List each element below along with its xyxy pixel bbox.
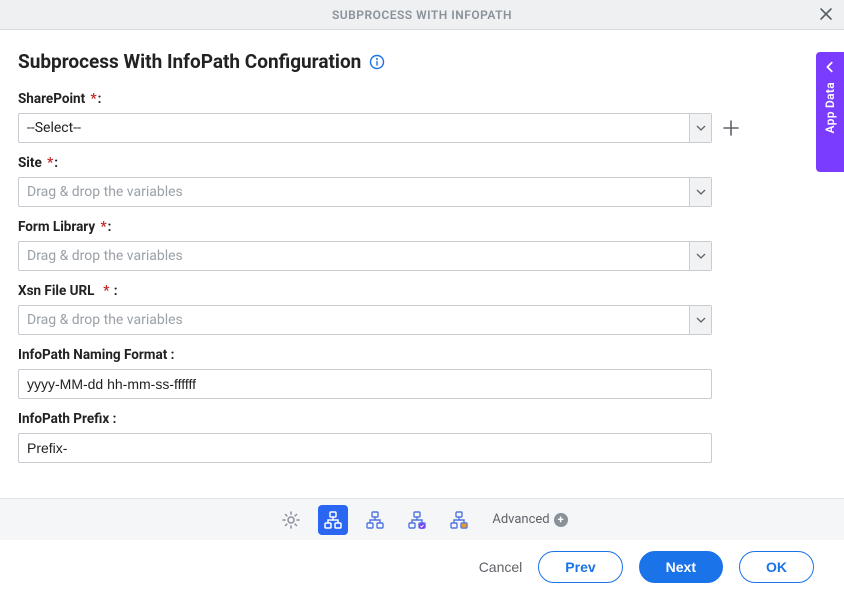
side-tab-label: App Data <box>823 82 837 133</box>
xsn-file-url-label: Xsn File URL * : <box>18 283 748 299</box>
label-colon: : <box>54 155 58 171</box>
label-colon: : <box>110 283 117 299</box>
infopath-naming-format-input-wrap <box>18 369 712 399</box>
infopath-prefix-input-wrap <box>18 433 712 463</box>
page-title-row: Subprocess With InfoPath Configuration <box>18 50 826 73</box>
label-colon: : <box>98 91 102 107</box>
sharepoint-select[interactable]: --Select-- <box>18 113 712 143</box>
infopath-naming-format-label: InfoPath Naming Format : <box>18 347 748 363</box>
infopath-prefix-label: InfoPath Prefix : <box>18 411 748 427</box>
label-text: Site <box>18 155 42 171</box>
page-title: Subprocess With InfoPath Configuration <box>18 50 361 73</box>
site-label: Site *: <box>18 155 748 171</box>
field-form-library: Form Library *: Drag & drop the variable… <box>18 219 748 271</box>
hierarchy-variant-1-icon[interactable] <box>360 505 390 535</box>
required-asterisk: * <box>100 283 110 299</box>
add-sharepoint-button[interactable] <box>720 117 742 139</box>
label-colon: : <box>108 219 112 235</box>
chevron-down-icon[interactable] <box>689 178 711 206</box>
hierarchy-variant-3-icon[interactable] <box>444 505 474 535</box>
hierarchy-icon[interactable] <box>318 505 348 535</box>
required-asterisk: * <box>44 155 54 171</box>
required-asterisk: * <box>87 91 97 107</box>
xsn-file-url-select[interactable]: Drag & drop the variables <box>18 305 712 335</box>
label-text: SharePoint <box>18 91 85 107</box>
header-bar: SUBPROCESS WITH INFOPATH <box>0 0 844 30</box>
field-xsn-file-url: Xsn File URL * : Drag & drop the variabl… <box>18 283 748 335</box>
field-infopath-prefix: InfoPath Prefix : <box>18 411 748 463</box>
chevron-down-icon[interactable] <box>689 242 711 270</box>
gear-icon[interactable] <box>276 505 306 535</box>
bottom-toolbar: Advanced + <box>0 498 844 540</box>
ok-button[interactable]: OK <box>739 551 814 583</box>
select-value: --Select-- <box>19 120 689 136</box>
form-library-label: Form Library *: <box>18 219 748 235</box>
required-asterisk: * <box>97 219 107 235</box>
hierarchy-variant-2-icon[interactable] <box>402 505 432 535</box>
select-placeholder: Drag & drop the variables <box>19 312 689 328</box>
plus-circle-icon: + <box>554 513 568 527</box>
content-area: Subprocess With InfoPath Configuration S… <box>0 30 844 463</box>
form-library-select[interactable]: Drag & drop the variables <box>18 241 712 271</box>
close-icon[interactable] <box>818 6 834 22</box>
site-select[interactable]: Drag & drop the variables <box>18 177 712 207</box>
field-sharepoint: SharePoint *: --Select-- <box>18 91 748 143</box>
label-text: Form Library <box>18 219 95 235</box>
label-text: Xsn File URL <box>18 283 94 299</box>
chevron-down-icon[interactable] <box>689 306 711 334</box>
select-placeholder: Drag & drop the variables <box>19 248 689 264</box>
label-gap <box>94 283 97 299</box>
cancel-button[interactable]: Cancel <box>479 559 523 575</box>
footer-buttons: Cancel Prev Next OK <box>0 540 844 594</box>
select-placeholder: Drag & drop the variables <box>19 184 689 200</box>
advanced-toggle[interactable]: Advanced + <box>492 512 567 527</box>
advanced-label: Advanced <box>492 512 549 527</box>
header-title: SUBPROCESS WITH INFOPATH <box>332 8 512 22</box>
app-data-side-tab[interactable]: App Data <box>816 52 844 172</box>
chevron-left-icon <box>823 60 837 74</box>
sharepoint-label: SharePoint *: <box>18 91 748 107</box>
field-site: Site *: Drag & drop the variables <box>18 155 748 207</box>
prev-button[interactable]: Prev <box>538 551 622 583</box>
next-button[interactable]: Next <box>639 551 723 583</box>
infopath-naming-format-input[interactable] <box>19 370 711 398</box>
info-icon[interactable] <box>369 54 385 70</box>
chevron-down-icon[interactable] <box>689 114 711 142</box>
field-infopath-naming-format: InfoPath Naming Format : <box>18 347 748 399</box>
infopath-prefix-input[interactable] <box>19 434 711 462</box>
